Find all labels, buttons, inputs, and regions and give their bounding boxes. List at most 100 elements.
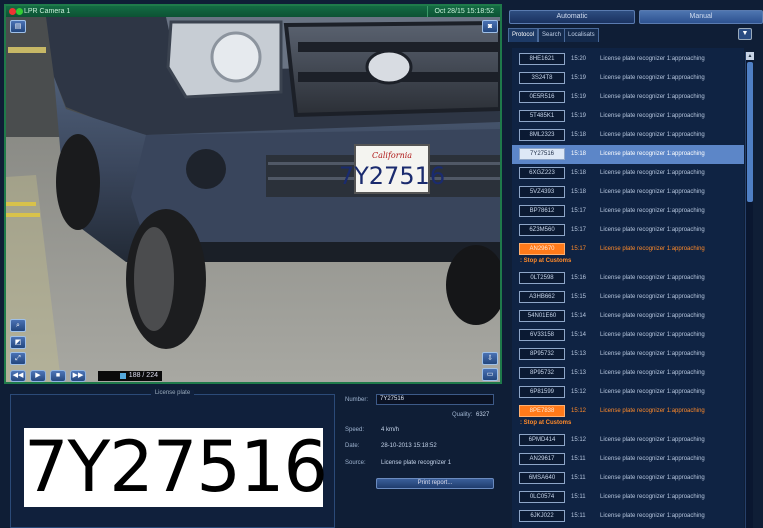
event-plate: 8PE7838 (519, 405, 565, 417)
camera-video-frame: California 7Y27516 (6, 17, 500, 382)
tab-protocol[interactable]: Protocol (508, 28, 539, 42)
number-field[interactable]: 7Y27516 (376, 394, 494, 405)
fast-forward-button[interactable]: ▶▶ (70, 370, 86, 382)
camera-title-bar: LPR Camera 1 Oct 28/15 15:18:52 (6, 6, 500, 17)
event-description: License plate recognizer 1:approaching (600, 513, 705, 519)
license-plate-legend: License plate (11, 390, 334, 396)
recognized-plate-number: 7Y27516 (24, 426, 328, 508)
event-description: License plate recognizer 1:approaching (600, 113, 705, 119)
snapshot-button[interactable]: ◙ (482, 20, 498, 33)
event-time: 15:14 (571, 332, 587, 338)
rewind-button[interactable]: ◀◀ (10, 370, 26, 382)
event-row[interactable]: 8P95732 15:13 License plate recognizer 1:a… (512, 345, 744, 364)
event-time: 15:11 (571, 494, 586, 500)
fast-forward-icon: ▶▶ (72, 372, 84, 379)
scroll-up-icon[interactable]: ▲ (746, 52, 754, 60)
event-plate: 3S24T8 (519, 72, 565, 84)
stop-button[interactable]: ■ (50, 370, 66, 382)
play-button[interactable]: ▶ (30, 370, 46, 382)
event-description: License plate recognizer 1:approaching (600, 56, 705, 62)
event-plate: 8P95732 (519, 348, 565, 360)
event-plate: 54N01E60 (519, 310, 565, 322)
window-button[interactable]: ▭ (482, 368, 498, 381)
event-list[interactable]: 8HE1621 15:20 License plate recognizer 1:a… (512, 48, 744, 528)
filter-icon: ▼ (741, 30, 749, 37)
event-description: License plate recognizer 1:approaching (600, 227, 705, 233)
event-plate: 8P95732 (519, 367, 565, 379)
event-plate: 5VZ4393 (519, 186, 565, 198)
event-row[interactable]: 54N01E60 15:14 License plate recognizer 1:… (512, 307, 744, 326)
event-time: 15:12 (571, 408, 587, 414)
event-row[interactable]: 5T485K1 15:19 License plate recognizer 1:a… (512, 107, 744, 126)
event-plate: 8ML2323 (519, 129, 565, 141)
event-row[interactable]: AN29670 15:17 License plate recognizer 1:a… (512, 240, 744, 259)
quality-value: 6327 (476, 412, 490, 418)
event-row[interactable]: AN29617 15:11 License plate recognizer 1:a… (512, 450, 744, 469)
customs-alert-note: : Stop at Customs (520, 258, 572, 264)
play-icon: ▶ (35, 372, 41, 379)
event-time: 15:18 (571, 151, 587, 157)
fit-button[interactable]: ◩ (10, 336, 26, 349)
event-description: License plate recognizer 1:approaching (600, 275, 705, 281)
event-row[interactable]: 8P95732 15:13 License plate recognizer 1:a… (512, 364, 744, 383)
event-row[interactable]: 8PE7838 15:12 License plate recognizer 1:a… (512, 402, 744, 421)
event-row[interactable]: 6P81599 15:12 License plate recognizer 1:a… (512, 383, 744, 402)
event-row[interactable]: 8HE1621 15:20 License plate recognizer 1:a… (512, 50, 744, 69)
export-button[interactable]: ⇩ (482, 352, 498, 365)
speed-label: Speed: (345, 427, 365, 433)
event-row[interactable]: 6V33158 15:14 License plate recognizer 1:a… (512, 326, 744, 345)
zoom-button[interactable]: ⌕ (10, 319, 26, 332)
event-row[interactable]: 5VZ4393 15:18 License plate recognizer 1:a… (512, 183, 744, 202)
camera-menu-button[interactable]: ▤ (10, 20, 26, 33)
event-time: 15:19 (571, 94, 587, 100)
event-list-scrollbar[interactable]: ▲ (745, 52, 754, 528)
event-row[interactable]: 6PMD414 15:12 License plate recognizer 1:a… (512, 431, 744, 450)
stop-icon: ■ (55, 372, 61, 379)
event-description: License plate recognizer 1:approaching (600, 494, 705, 500)
tab-localisats[interactable]: Localisats (564, 28, 599, 42)
event-row[interactable]: 6JKJ022 15:11 License plate recognizer 1:a… (512, 507, 744, 526)
print-report-button[interactable]: Print report... (376, 478, 494, 489)
event-row[interactable]: BP78612 15:17 License plate recognizer 1:a… (512, 202, 744, 221)
event-time: 15:11 (571, 513, 586, 519)
event-time: 15:15 (571, 294, 587, 300)
camera-timestamp: Oct 28/15 15:18:52 (427, 6, 500, 17)
event-description: License plate recognizer 1:approaching (600, 370, 705, 376)
event-row[interactable]: 6MSA640 15:11 License plate recognizer 1:a… (512, 469, 744, 488)
event-row[interactable]: 0E5R516 15:19 License plate recognizer 1:a… (512, 88, 744, 107)
frame-counter-text: 188 / 224 (128, 372, 158, 379)
event-row[interactable]: A3HB662 15:15 License plate recognizer 1:a… (512, 288, 744, 307)
event-row[interactable]: 6XGZ223 15:18 License plate recognizer 1:a… (512, 164, 744, 183)
fullscreen-button[interactable]: ⤢ (10, 352, 26, 365)
number-label: Number: (345, 397, 369, 403)
event-plate: BP78612 (519, 205, 565, 217)
scrollbar-thumb[interactable] (747, 62, 753, 202)
event-plate: 6PMD414 (519, 434, 565, 446)
status-green-icon (16, 8, 23, 15)
automatic-mode-button[interactable]: Automatic (509, 10, 635, 24)
event-row[interactable]: 8ML2323 15:18 License plate recognizer 1:a… (512, 126, 744, 145)
camera-view[interactable]: LPR Camera 1 Oct 28/15 15:18:52 Californ… (4, 4, 502, 384)
event-time: 15:19 (571, 113, 587, 119)
event-plate: 6V33158 (519, 329, 565, 341)
event-row[interactable]: 7Y27516 15:18 License plate recognizer 1:a… (512, 145, 744, 164)
tab-search[interactable]: Search (538, 28, 566, 42)
event-plate: 6P81599 (519, 386, 565, 398)
event-time: 15:12 (571, 389, 587, 395)
menu-icon: ▤ (14, 23, 22, 30)
event-row[interactable]: 0LT2598 15:16 License plate recognizer 1:a… (512, 269, 744, 288)
event-row[interactable]: 0LC0574 15:11 License plate recognizer 1:a… (512, 488, 744, 507)
vehicle-image: California 7Y27516 (6, 17, 500, 382)
filter-button[interactable]: ▼ (738, 28, 752, 40)
event-time: 15:20 (571, 56, 587, 62)
event-row[interactable]: 3S24T8 15:19 License plate recognizer 1:ap… (512, 69, 744, 88)
manual-mode-button[interactable]: Manual (639, 10, 763, 24)
event-row[interactable]: 6Z3M560 15:17 License plate recognizer 1:a… (512, 221, 744, 240)
event-time: 15:11 (571, 475, 586, 481)
scene-plate-number: 7Y27516 (339, 162, 445, 190)
event-time: 15:12 (571, 437, 587, 443)
date-value: 28-10-2013 15:18:52 (381, 443, 437, 449)
status-red-icon (9, 8, 16, 15)
event-time: 15:11 (571, 456, 586, 462)
event-plate: 7Y27516 (519, 148, 565, 160)
